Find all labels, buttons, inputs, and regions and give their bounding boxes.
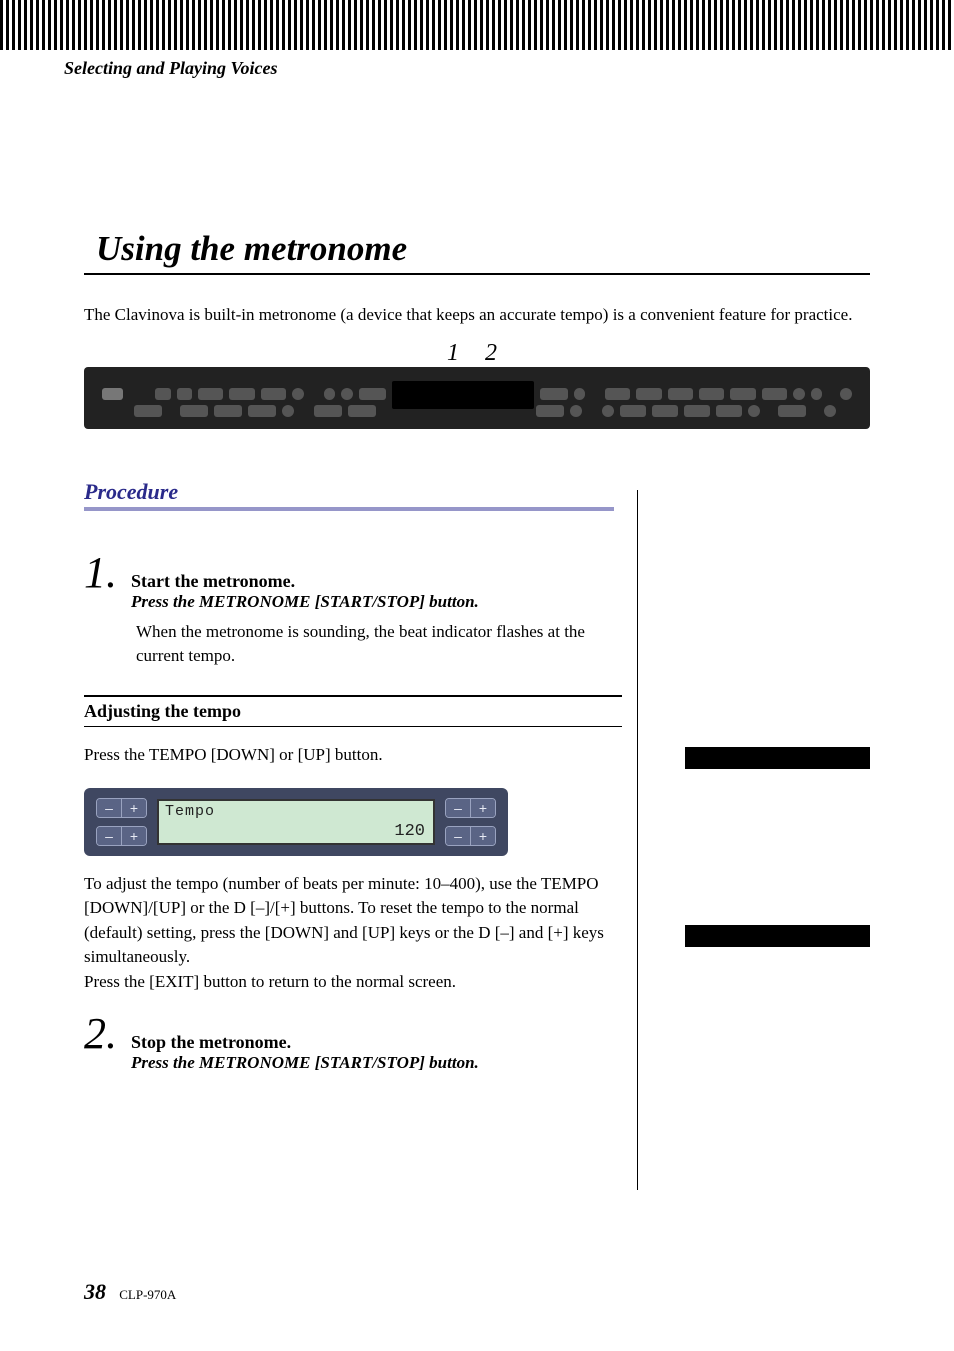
lcd-value: 120 — [394, 822, 425, 841]
lcd-screen: Tempo 120 — [157, 799, 435, 845]
step-title: Stop the metronome. — [131, 1032, 479, 1053]
page-number: 38 — [84, 1279, 106, 1304]
minus-plus-button: – + — [96, 798, 147, 818]
minus-icon: – — [97, 827, 121, 845]
minus-plus-button: – + — [445, 798, 496, 818]
adjust-intro: Press the TEMPO [DOWN] or [UP] button. — [84, 743, 622, 768]
model-label: CLP-970A — [119, 1287, 176, 1302]
step-body: When the metronome is sounding, the beat… — [136, 620, 622, 669]
step-2: 2. Stop the metronome. Press the METRONO… — [84, 1012, 622, 1073]
page-footer: 38 CLP-970A — [84, 1279, 176, 1305]
instrument-panel-illustration — [84, 367, 870, 429]
column-divider — [637, 490, 638, 1190]
step-instruction: Press the METRONOME [START/STOP] button. — [131, 1053, 479, 1073]
step-instruction: Press the METRONOME [START/STOP] button. — [131, 592, 479, 612]
side-column — [622, 537, 870, 1073]
minus-icon: – — [446, 799, 470, 817]
side-note-bar — [685, 747, 870, 769]
section-title-wrap: Using the metronome — [84, 229, 870, 275]
procedure-heading: Procedure — [84, 479, 614, 511]
adjust-tempo-heading: Adjusting the tempo — [84, 695, 622, 727]
side-note-bar — [685, 925, 870, 947]
step-title: Start the metronome. — [131, 571, 479, 592]
minus-plus-button: – + — [96, 826, 147, 846]
lcd-label: Tempo — [165, 803, 215, 820]
intro-paragraph: The Clavinova is built-in metronome (a d… — [84, 303, 870, 328]
adjust-body: To adjust the tempo (number of beats per… — [84, 872, 622, 995]
section-title: Using the metronome — [84, 229, 407, 268]
panel-step-markers: 1 2 — [84, 340, 870, 367]
minus-icon: – — [97, 799, 121, 817]
tempo-lcd-illustration: – + – + Tempo 120 – + — [84, 788, 508, 856]
minus-plus-button: – + — [445, 826, 496, 846]
plus-icon: + — [121, 827, 146, 845]
step-number: 1. — [84, 551, 117, 595]
step-1: 1. Start the metronome. Press the METRON… — [84, 551, 622, 612]
page-content: Selecting and Playing Voices Using the m… — [0, 0, 954, 1113]
main-column: 1. Start the metronome. Press the METRON… — [84, 537, 622, 1073]
step-number: 2. — [84, 1012, 117, 1056]
running-head: Selecting and Playing Voices — [64, 58, 870, 79]
minus-icon: – — [446, 827, 470, 845]
plus-icon: + — [470, 827, 495, 845]
plus-icon: + — [121, 799, 146, 817]
plus-icon: + — [470, 799, 495, 817]
